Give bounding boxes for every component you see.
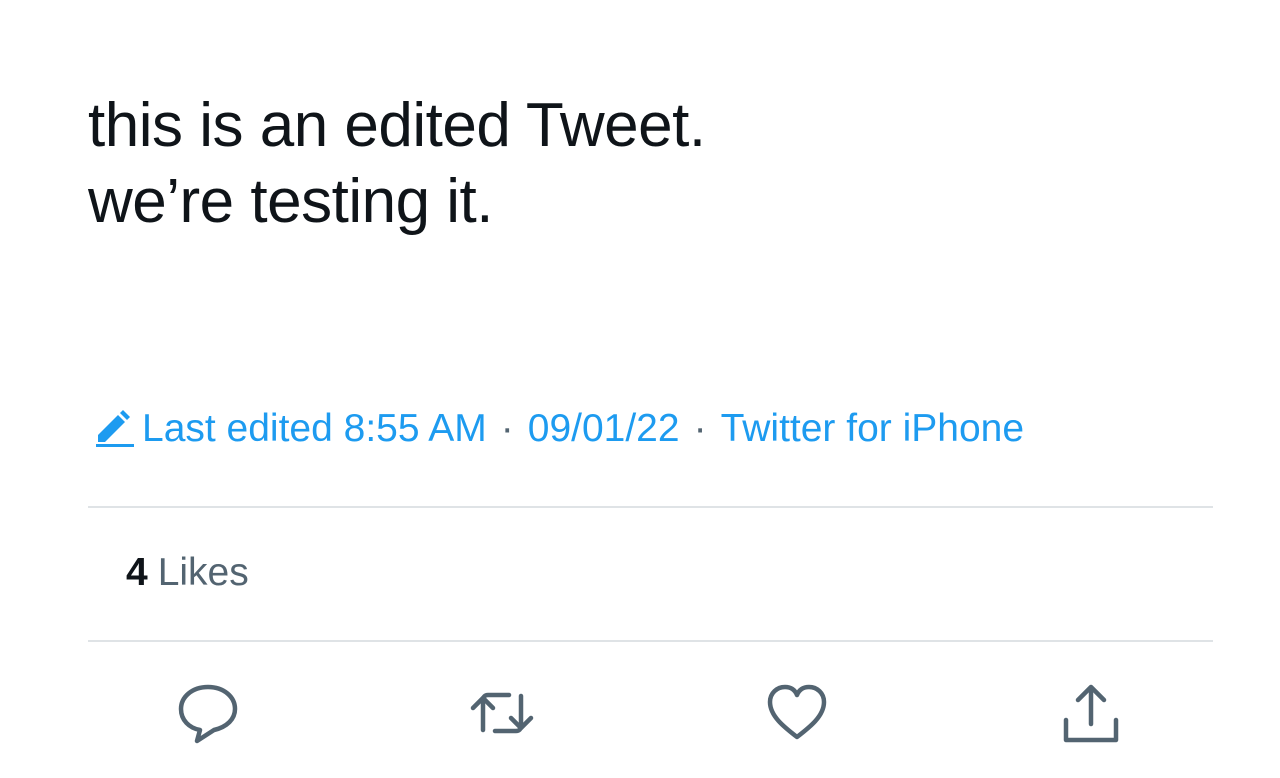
tweet-meta: Last edited 8:55 AM · 09/01/22 · Twitter… [92,404,1024,454]
last-edited-link[interactable]: Last edited 8:55 AM [142,407,487,451]
tweet-detail: this is an edited Tweet. we’re testing i… [0,0,1280,778]
share-icon [1058,680,1124,751]
heart-icon [764,680,830,751]
retweet-button[interactable] [467,680,537,750]
meta-separator: · [693,407,707,450]
share-button[interactable] [1056,680,1126,750]
meta-separator: · [500,407,514,450]
tweet-text-line: we’re testing it. [88,167,494,236]
likes-count: 4 [126,551,148,594]
reply-button[interactable] [173,680,243,750]
tweet-text: this is an edited Tweet. we’re testing i… [88,88,1208,240]
tweet-text-line: this is an edited Tweet. [88,91,706,160]
tweet-source-link[interactable]: Twitter for iPhone [721,407,1024,451]
likes-label: Likes [157,551,249,594]
reply-icon [175,680,241,751]
action-bar [0,680,1280,750]
divider [88,506,1213,508]
likes-stat[interactable]: 4 Likes [126,548,249,598]
like-button[interactable] [762,680,832,750]
divider [88,640,1213,642]
retweet-icon [469,680,535,751]
tweet-date-link[interactable]: 09/01/22 [528,407,680,451]
pencil-icon[interactable] [92,409,136,449]
